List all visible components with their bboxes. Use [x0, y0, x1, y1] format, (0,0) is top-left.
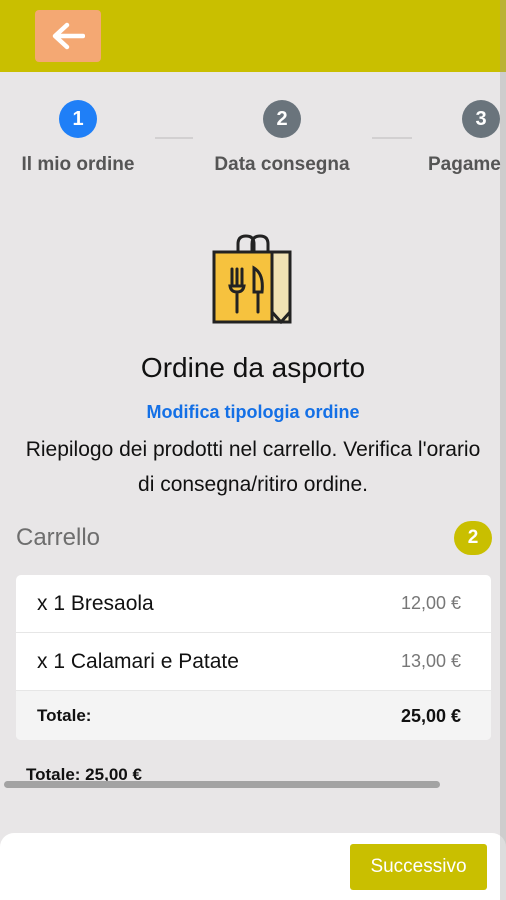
- step-3[interactable]: 3 Pagame: [402, 100, 506, 176]
- step-1-circle: 1: [59, 100, 97, 138]
- cart-card: x 1 Bresaola 12,00 € x 1 Calamari e Pata…: [16, 575, 491, 740]
- cart-item[interactable]: x 1 Calamari e Patate 13,00 €: [16, 633, 491, 691]
- step-2-circle: 2: [263, 100, 301, 138]
- cart-item-name: x 1 Bresaola: [37, 591, 154, 615]
- step-connector: [155, 137, 193, 139]
- arrow-left-icon: [52, 22, 85, 50]
- cart-title: Carrello: [16, 524, 101, 551]
- cart-count-badge: 2: [454, 521, 492, 555]
- cart-item-name: x 1 Calamari e Patate: [37, 649, 239, 673]
- cart-item-price: 12,00 €: [400, 593, 461, 613]
- step-1-label: Il mio ordine: [21, 154, 135, 175]
- order-type-title: Ordine da asporto: [140, 352, 366, 383]
- step-2-label: Data consegna: [214, 154, 350, 175]
- step-1[interactable]: 1 Il mio ordine: [0, 100, 158, 176]
- change-order-type-link[interactable]: Modifica tipologia ordine: [0, 402, 506, 423]
- step-3-label: Pagame: [428, 154, 501, 175]
- horizontal-scrollbar[interactable]: [4, 781, 440, 788]
- cart-item-price: 13,00 €: [400, 651, 461, 671]
- cart-total-value: 25,00 €: [400, 705, 461, 726]
- back-button[interactable]: [35, 10, 101, 62]
- top-bar: [0, 0, 506, 72]
- next-button[interactable]: Successivo: [350, 844, 487, 890]
- vertical-scrollbar[interactable]: [500, 0, 506, 900]
- takeaway-bag-icon: [212, 234, 292, 324]
- order-description: Riepilogo dei prodotti nel carrello. Ver…: [25, 438, 481, 496]
- cart-total-row: Totale: 25,00 €: [16, 691, 491, 740]
- cart-total-label: Totale:: [37, 706, 92, 725]
- step-3-circle: 3: [462, 100, 500, 138]
- cart-item[interactable]: x 1 Bresaola 12,00 €: [16, 575, 491, 633]
- step-2[interactable]: 2 Data consegna: [202, 100, 362, 176]
